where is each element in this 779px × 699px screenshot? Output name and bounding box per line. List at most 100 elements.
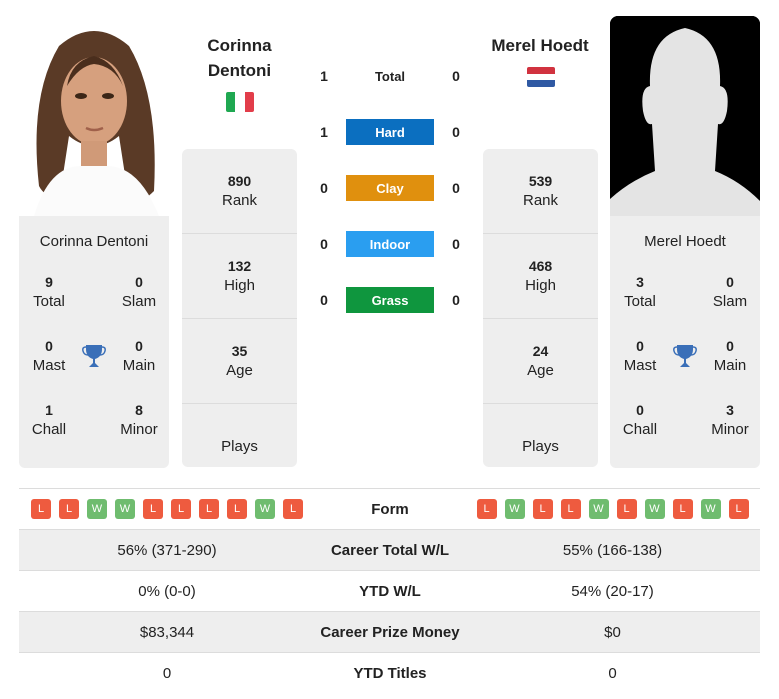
form-row: LLWWLLLLWL Form LWLLWLWLWL bbox=[19, 488, 760, 529]
h2h-row-indoor: 0 Indoor 0 bbox=[310, 231, 470, 257]
row-right-value: 0 bbox=[608, 664, 617, 682]
h2h-row-clay: 0 Clay 0 bbox=[310, 175, 470, 201]
form-badge-loss[interactable]: L bbox=[227, 499, 247, 519]
age-cell: 35 Age bbox=[182, 319, 297, 404]
table-row: $83,344 Career Prize Money $0 bbox=[19, 611, 760, 652]
form-badge-win[interactable]: W bbox=[700, 499, 721, 519]
high-value: 132 bbox=[227, 258, 252, 274]
plays-cell: Plays bbox=[483, 404, 598, 489]
titles-player-name[interactable]: Corinna Dentoni bbox=[19, 232, 169, 262]
form-badges-left: LLWWLLLLWL bbox=[19, 499, 315, 519]
form-badge-loss[interactable]: L bbox=[476, 499, 497, 519]
row-left-value: 56% (371-290) bbox=[117, 541, 217, 559]
titles-mast: 0 Mast bbox=[623, 338, 657, 374]
form-badge-loss[interactable]: L bbox=[728, 499, 749, 519]
table-row: 56% (371-290) Career Total W/L 55% (166-… bbox=[19, 529, 760, 570]
age-cell: 24 Age bbox=[483, 319, 598, 404]
age-label: Age bbox=[527, 362, 554, 379]
h2h-row-hard: 1 Hard 0 bbox=[310, 119, 470, 145]
high-label: High bbox=[224, 277, 255, 294]
plays-cell: Plays bbox=[182, 404, 297, 489]
player-name-left[interactable]: Corinna Dentoni bbox=[182, 33, 297, 83]
rank-value: 539 bbox=[528, 173, 553, 189]
h2h-right-count: 0 bbox=[452, 68, 460, 84]
titles-minor: 3 Minor bbox=[711, 402, 749, 438]
plays-label: Plays bbox=[522, 437, 559, 455]
form-badge-win[interactable]: W bbox=[87, 499, 107, 519]
h2h-right-count: 0 bbox=[452, 180, 460, 196]
high-cell: 132 High bbox=[182, 234, 297, 319]
titles-player-name[interactable]: Merel Hoedt bbox=[610, 232, 760, 262]
titles-chall: 0 Chall bbox=[622, 402, 658, 438]
rank-cell: 539 Rank bbox=[483, 149, 598, 234]
form-badge-loss[interactable]: L bbox=[532, 499, 553, 519]
surface-badge-hard[interactable]: Hard bbox=[346, 119, 434, 145]
form-badge-win[interactable]: W bbox=[255, 499, 275, 519]
row-label: YTD W/L bbox=[359, 582, 421, 600]
form-badge-loss[interactable]: L bbox=[143, 499, 163, 519]
row-right-value: 54% (20-17) bbox=[571, 582, 654, 600]
trophy-icon bbox=[79, 336, 109, 376]
form-badge-loss[interactable]: L bbox=[560, 499, 581, 519]
rank-value: 890 bbox=[227, 173, 252, 189]
form-badge-win[interactable]: W bbox=[115, 499, 135, 519]
titles-main: 0 Main bbox=[713, 338, 747, 374]
row-right-value: 55% (166-138) bbox=[562, 541, 663, 559]
h2h-right-count: 0 bbox=[452, 292, 460, 308]
titles-card-left: Corinna Dentoni 9 Total 0 Slam 0 Mast 0 Main… bbox=[19, 216, 169, 468]
table-row: 0% (0-0) YTD W/L 54% (20-17) bbox=[19, 570, 760, 611]
h2h-left-count: 0 bbox=[320, 236, 328, 252]
form-badge-loss[interactable]: L bbox=[199, 499, 219, 519]
form-badge-loss[interactable]: L bbox=[283, 499, 303, 519]
netherlands-flag-icon bbox=[527, 67, 555, 88]
form-badge-loss[interactable]: L bbox=[616, 499, 637, 519]
h2h-right-count: 0 bbox=[452, 236, 460, 252]
row-label: YTD Titles bbox=[353, 664, 427, 682]
high-value: 468 bbox=[528, 258, 553, 274]
rank-cell: 890 Rank bbox=[182, 149, 297, 234]
h2h-left-count: 1 bbox=[320, 124, 328, 140]
form-badge-loss[interactable]: L bbox=[31, 499, 51, 519]
form-badge-win[interactable]: W bbox=[644, 499, 665, 519]
titles-chall: 1 Chall bbox=[31, 402, 67, 438]
titles-total: 3 Total bbox=[624, 274, 656, 310]
surface-label-total: Total bbox=[374, 68, 406, 84]
form-badge-loss[interactable]: L bbox=[59, 499, 79, 519]
form-badge-win[interactable]: W bbox=[504, 499, 525, 519]
table-row: 0 YTD Titles 0 bbox=[19, 652, 760, 693]
titles-mast: 0 Mast bbox=[32, 338, 66, 374]
row-right-value: $0 bbox=[604, 623, 621, 641]
comparison-table: LLWWLLLLWL Form LWLLWLWLWL 56% (371-290)… bbox=[19, 488, 760, 693]
trophy-icon bbox=[670, 336, 700, 376]
surface-badge-clay[interactable]: Clay bbox=[346, 175, 434, 201]
form-label: Form bbox=[371, 500, 409, 518]
form-badge-win[interactable]: W bbox=[588, 499, 609, 519]
high-cell: 468 High bbox=[483, 234, 598, 319]
h2h-row-grass: 0 Grass 0 bbox=[310, 287, 470, 313]
h2h-left-count: 0 bbox=[320, 180, 328, 196]
player-info-card-right: 539 Rank 468 High 24 Age Plays bbox=[483, 149, 598, 467]
titles-total: 9 Total bbox=[33, 274, 65, 310]
player-info-card-left: 890 Rank 132 High 35 Age Plays bbox=[182, 149, 297, 467]
surface-badge-grass[interactable]: Grass bbox=[346, 287, 434, 313]
player-name-right[interactable]: Merel Hoedt bbox=[470, 33, 610, 58]
h2h-left-count: 1 bbox=[320, 68, 328, 84]
age-label: Age bbox=[226, 362, 253, 379]
row-label: Career Prize Money bbox=[320, 623, 460, 641]
age-value: 35 bbox=[231, 343, 248, 359]
h2h-left-count: 0 bbox=[320, 292, 328, 308]
age-value: 24 bbox=[532, 343, 549, 359]
surface-badge-indoor[interactable]: Indoor bbox=[346, 231, 434, 257]
player-photo-right bbox=[610, 16, 760, 216]
titles-card-right: Merel Hoedt 3 Total 0 Slam 0 Mast 0 Main 0 Ch… bbox=[610, 216, 760, 468]
form-badge-loss[interactable]: L bbox=[672, 499, 693, 519]
rank-label: Rank bbox=[221, 192, 258, 209]
player-photo-left bbox=[19, 16, 169, 216]
titles-slam: 0 Slam bbox=[121, 274, 157, 310]
h2h-right-count: 0 bbox=[452, 124, 460, 140]
silhouette-placeholder-image bbox=[610, 16, 760, 216]
rank-label: Rank bbox=[522, 192, 559, 209]
player-portrait-image bbox=[19, 16, 169, 216]
row-left-value: 0% (0-0) bbox=[138, 582, 196, 600]
form-badge-loss[interactable]: L bbox=[171, 499, 191, 519]
